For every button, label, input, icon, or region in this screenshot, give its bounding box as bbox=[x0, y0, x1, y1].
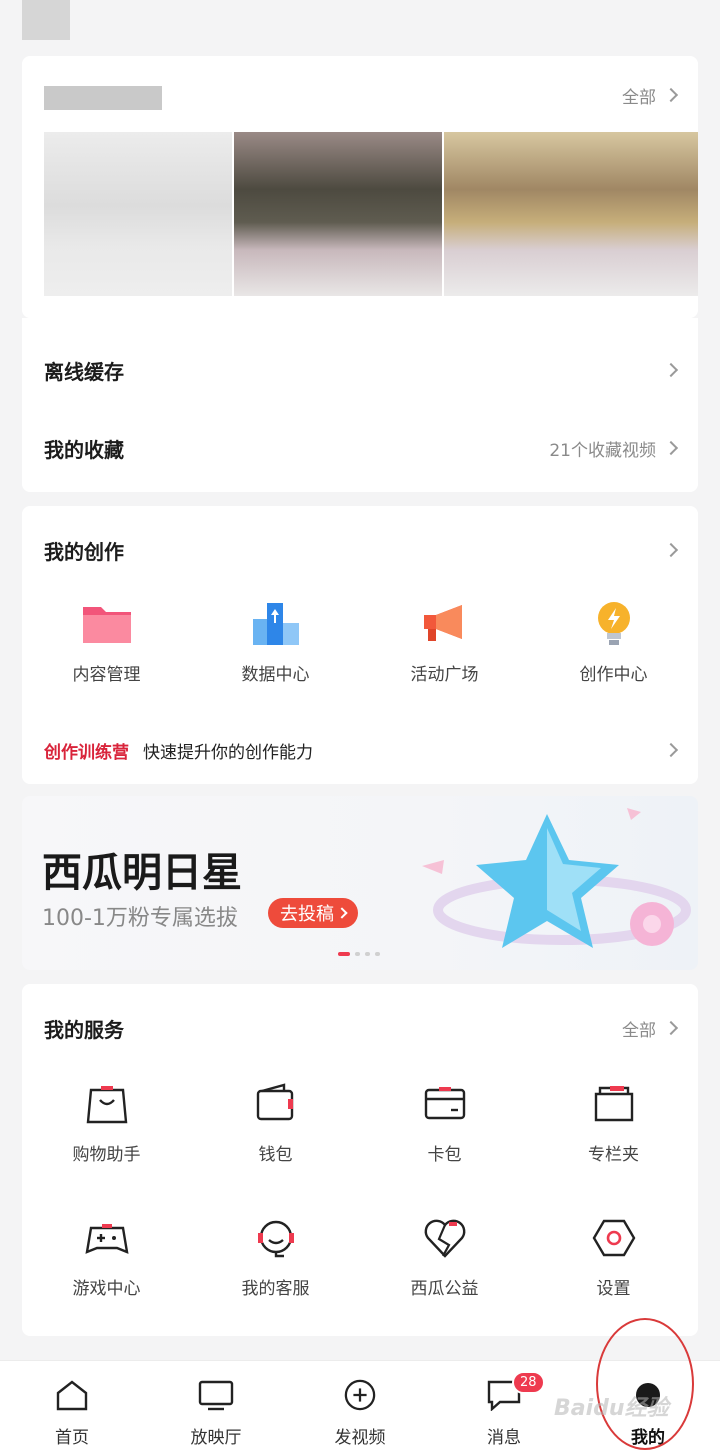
tab-home[interactable]: 首页 bbox=[0, 1361, 144, 1453]
history-thumb-3[interactable] bbox=[444, 132, 698, 296]
pagination-dot-active bbox=[338, 952, 350, 956]
creation-item-label: 创作中心 bbox=[579, 665, 648, 685]
chevron-right-icon bbox=[663, 1020, 679, 1036]
service-item-wallet[interactable]: 钱包 bbox=[191, 1078, 360, 1165]
megaphone-icon bbox=[419, 598, 471, 650]
tab-label: 放映厅 bbox=[190, 1428, 242, 1448]
offline-favorites-card: 离线缓存 我的收藏 21个收藏视频 bbox=[22, 318, 698, 492]
history-all-label: 全部 bbox=[622, 87, 656, 108]
creation-camp-tag: 创作训练营 bbox=[44, 742, 129, 763]
home-icon bbox=[55, 1379, 89, 1415]
creation-item-content-management[interactable]: 内容管理 bbox=[22, 598, 191, 685]
pagination-dot bbox=[375, 952, 380, 956]
creation-item-label: 活动广场 bbox=[410, 665, 479, 685]
chevron-right-icon bbox=[663, 542, 679, 558]
service-item-label: 钱包 bbox=[258, 1145, 293, 1165]
history-thumb-2[interactable] bbox=[234, 132, 442, 296]
service-item-shopping[interactable]: 购物助手 bbox=[22, 1078, 191, 1165]
chevron-right-icon bbox=[663, 440, 679, 456]
creation-camp-text: 快速提升你的创作能力 bbox=[143, 742, 313, 763]
promo-banner[interactable]: 西瓜明日星 100-1万粉专属选拔 去投稿 bbox=[22, 796, 698, 970]
history-card: 全部 bbox=[22, 56, 698, 318]
history-all-link[interactable]: 全部 bbox=[622, 83, 679, 108]
service-item-label: 设置 bbox=[596, 1279, 631, 1299]
creation-item-activity-square[interactable]: 活动广场 bbox=[360, 598, 529, 685]
status-bar-blur bbox=[22, 0, 70, 40]
service-item-column-folder[interactable]: 专栏夹 bbox=[529, 1078, 698, 1165]
message-badge: 28 bbox=[512, 1371, 545, 1394]
card-icon bbox=[419, 1078, 471, 1130]
creation-item-data-center[interactable]: 数据中心 bbox=[191, 598, 360, 685]
service-item-settings[interactable]: 设置 bbox=[529, 1212, 698, 1299]
tab-cinema[interactable]: 放映厅 bbox=[144, 1361, 288, 1453]
heart-icon bbox=[419, 1212, 471, 1264]
creation-header[interactable]: 我的创作 bbox=[22, 530, 698, 570]
services-card: 我的服务 全部 购物助手 钱包 卡包 专栏夹 游戏中心 我的客服 西瓜公益 设置 bbox=[22, 984, 698, 1336]
tv-icon bbox=[198, 1379, 234, 1415]
tab-label: 发视频 bbox=[334, 1428, 386, 1448]
creation-camp-row[interactable]: 创作训练营 快速提升你的创作能力 bbox=[22, 730, 698, 770]
column-folder-icon bbox=[588, 1078, 640, 1130]
gamepad-icon bbox=[81, 1212, 133, 1264]
service-item-label: 专栏夹 bbox=[588, 1145, 639, 1165]
service-item-game-center[interactable]: 游戏中心 bbox=[22, 1212, 191, 1299]
star-illustration bbox=[422, 806, 698, 966]
favorites-count: 21个收藏视频 bbox=[549, 440, 656, 461]
service-item-charity[interactable]: 西瓜公益 bbox=[360, 1212, 529, 1299]
history-thumb-1[interactable] bbox=[44, 132, 232, 296]
creation-item-label: 数据中心 bbox=[241, 665, 310, 685]
services-title: 我的服务 bbox=[44, 1017, 124, 1042]
settings-hex-icon bbox=[588, 1212, 640, 1264]
banner-cta-label: 去投稿 bbox=[280, 904, 334, 925]
offline-cache-label: 离线缓存 bbox=[44, 359, 124, 384]
offline-cache-row[interactable]: 离线缓存 bbox=[22, 348, 698, 392]
chevron-right-icon bbox=[663, 362, 679, 378]
services-all-label: 全部 bbox=[622, 1020, 656, 1041]
tab-post-video[interactable]: 发视频 bbox=[288, 1361, 432, 1453]
banner-subtitle: 100-1万粉专属选拔 bbox=[42, 906, 238, 931]
wallet-icon bbox=[250, 1078, 302, 1130]
tab-label: 首页 bbox=[55, 1428, 89, 1448]
service-item-label: 卡包 bbox=[427, 1145, 462, 1165]
services-all-link[interactable]: 全部 bbox=[622, 1016, 679, 1041]
highlight-circle bbox=[596, 1318, 694, 1450]
banner-title: 西瓜明日星 bbox=[42, 850, 242, 896]
chevron-right-icon bbox=[663, 742, 679, 758]
banner-pagination bbox=[338, 952, 380, 956]
favorites-row[interactable]: 我的收藏 21个收藏视频 bbox=[22, 426, 698, 470]
banner-cta-button[interactable]: 去投稿 bbox=[268, 898, 358, 928]
service-item-card[interactable]: 卡包 bbox=[360, 1078, 529, 1165]
plus-circle-icon bbox=[343, 1379, 377, 1415]
folder-icon bbox=[81, 598, 133, 650]
bulb-icon bbox=[588, 598, 640, 650]
service-item-label: 西瓜公益 bbox=[410, 1279, 479, 1299]
service-item-label: 游戏中心 bbox=[72, 1279, 141, 1299]
tab-label: 消息 bbox=[487, 1428, 521, 1448]
service-item-label: 我的客服 bbox=[241, 1279, 310, 1299]
creation-item-creator-center[interactable]: 创作中心 bbox=[529, 598, 698, 685]
favorites-label: 我的收藏 bbox=[44, 437, 124, 462]
service-item-label: 购物助手 bbox=[72, 1145, 141, 1165]
shopping-bag-icon bbox=[81, 1078, 133, 1130]
creation-item-label: 内容管理 bbox=[72, 665, 141, 685]
pagination-dot bbox=[365, 952, 370, 956]
chevron-right-icon bbox=[663, 87, 679, 103]
creation-card: 我的创作 内容管理 数据中心 活动广场 创作中心 创作训练营 快速提升你的创作能… bbox=[22, 506, 698, 784]
data-center-icon bbox=[250, 598, 302, 650]
pagination-dot bbox=[355, 952, 360, 956]
watermark: Baidu经验 bbox=[554, 1396, 669, 1421]
headset-icon bbox=[250, 1212, 302, 1264]
service-item-customer-service[interactable]: 我的客服 bbox=[191, 1212, 360, 1299]
creation-title: 我的创作 bbox=[44, 539, 124, 564]
chevron-right-icon bbox=[336, 907, 348, 919]
